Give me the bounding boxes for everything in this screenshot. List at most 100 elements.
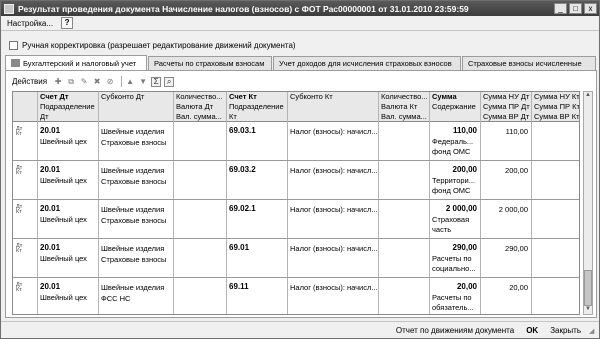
help-button[interactable]: ? xyxy=(61,17,74,29)
cell-account-kt: 69.03.2 xyxy=(229,165,256,174)
col-qty-dt[interactable]: Количество... xyxy=(174,92,226,102)
col-account-dt[interactable]: Счет Дт xyxy=(38,92,98,102)
cell-subconto-dt-1: Швейные изделия xyxy=(101,205,165,214)
ok-button[interactable]: OK xyxy=(524,326,540,335)
manual-correction-label: Ручная корректировка (разрешает редактир… xyxy=(22,40,296,50)
col-currency-kt: Валюта Кт xyxy=(381,102,418,111)
cell-sum-nu-dt: 200,00 xyxy=(505,166,528,175)
cell-sum-nu-dt: 2 000,00 xyxy=(498,205,528,214)
cell-account-kt: 69.01 xyxy=(229,243,250,252)
cell-content-1: Федераль... xyxy=(432,137,474,146)
cell-content-2: социально... xyxy=(432,264,476,273)
tab-accounting[interactable]: Бухгалтерский и налоговый учет xyxy=(5,55,147,70)
edit-row-icon[interactable]: ✎ xyxy=(79,77,89,87)
posting-icon: Дт Кт xyxy=(16,204,23,215)
cell-account-dt: 20.01 xyxy=(40,165,61,174)
table-row[interactable]: Дт Кт 20.01 Швейный цех Швейные изделия … xyxy=(13,240,579,278)
cell-account-kt: 69.03.1 xyxy=(229,126,256,135)
cell-subconto-dt-2: Страховые взносы xyxy=(101,255,167,264)
col-dept-kt-suffix: Кт xyxy=(229,112,237,121)
tab-income-accounting[interactable]: Учет доходов для исчисления страховых вз… xyxy=(273,56,461,70)
sum-icon[interactable]: Σ xyxy=(151,76,162,87)
cell-account-dt: 20.01 xyxy=(40,126,61,135)
scroll-up-icon[interactable]: ▲ xyxy=(584,92,592,101)
move-down-icon[interactable]: ▼ xyxy=(138,77,148,87)
col-currency-dt: Валюта Дт xyxy=(176,102,214,111)
col-sum-nu-kt[interactable]: Сумма НУ Кт xyxy=(532,92,579,102)
mark-delete-icon[interactable]: ⊘ xyxy=(105,77,115,87)
table-row[interactable]: Дт Кт 20.01 Швейный цех Швейные изделия … xyxy=(13,279,579,314)
col-dept-dt: Подразделение xyxy=(40,102,95,111)
window-title: Результат проведения документа Начислени… xyxy=(18,3,469,14)
cell-account-dt: 20.01 xyxy=(40,204,61,213)
cell-subconto-dt-1: Швейные изделия xyxy=(101,127,165,136)
cell-content-2: часть xyxy=(432,225,452,234)
tab-insurance-calculations[interactable]: Расчеты по страховым взносам xyxy=(148,56,272,70)
settings-menu[interactable]: Настройка... xyxy=(5,19,55,28)
close-button[interactable]: Закрыть xyxy=(548,326,583,335)
table-row[interactable]: Дт Кт 20.01 Швейный цех Швейные изделия … xyxy=(13,123,579,161)
cell-sum: 110,00 xyxy=(452,126,477,135)
movement-report-button[interactable]: Отчет по движениям документа xyxy=(394,326,516,335)
manual-correction-row[interactable]: Ручная корректировка (разрешает редактир… xyxy=(9,39,296,51)
cell-content-1: Страховая xyxy=(432,215,470,224)
col-sum-nu-dt[interactable]: Сумма НУ Дт xyxy=(481,92,531,102)
delete-row-icon[interactable]: ✖ xyxy=(92,77,102,87)
posting-icon: Дт Кт xyxy=(16,165,23,176)
cell-content-2: фонд ОМС xyxy=(432,186,471,195)
add-row-icon[interactable]: ✚ xyxy=(53,77,63,87)
col-content: Содержание xyxy=(432,102,476,111)
col-sum-vr-kt: Сумма ВР Кт xyxy=(534,112,579,121)
cell-subconto-dt-2: Страховые взносы xyxy=(101,216,167,225)
cell-sum: 2 000,00 xyxy=(445,204,477,213)
cell-subconto-kt: Налог (взносы): начисл... xyxy=(290,127,378,136)
col-sum[interactable]: Сумма xyxy=(430,92,480,102)
cell-content-1: Расчеты по xyxy=(432,254,472,263)
postings-table: Счет Дт Подразделение Дт Субконто Дт Кол… xyxy=(12,91,580,315)
grid-toolbar: Действия ✚ ⧉ ✎ ✖ ⊘ ▲ ▼ Σ ⌕ xyxy=(12,75,592,88)
cell-content-2: обязатель... xyxy=(432,303,474,312)
col-qty-kt[interactable]: Количество... xyxy=(379,92,429,102)
copy-row-icon[interactable]: ⧉ xyxy=(66,77,76,87)
tab-insurance-charged-label: Страховые взносы исчисленные xyxy=(468,59,582,68)
actions-menu[interactable]: Действия xyxy=(12,77,47,86)
col-subconto-dt[interactable]: Субконто Дт xyxy=(99,92,173,102)
scroll-thumb[interactable] xyxy=(584,270,592,306)
toolbar-separator xyxy=(121,76,123,87)
maximize-button[interactable]: □ xyxy=(569,3,582,14)
cell-sum: 20,00 xyxy=(456,282,477,291)
posting-icon: Дт Кт xyxy=(16,282,23,293)
cell-subconto-kt: Налог (взносы): начисл... xyxy=(290,205,378,214)
col-sum-vr-dt: Сумма ВР Дт xyxy=(483,112,530,121)
tab-panel: Действия ✚ ⧉ ✎ ✖ ⊘ ▲ ▼ Σ ⌕ Счет Дт Подра… xyxy=(5,70,597,318)
cell-sum-nu-dt: 110,00 xyxy=(505,127,528,136)
cell-subconto-kt: Налог (взносы): начисл... xyxy=(290,244,378,253)
manual-correction-checkbox[interactable] xyxy=(9,40,18,50)
table-row[interactable]: Дт Кт 20.01 Швейный цех Швейные изделия … xyxy=(13,162,579,200)
tab-strip: Бухгалтерский и налоговый учет Расчеты п… xyxy=(5,55,597,70)
resize-grip-icon[interactable]: ◢ xyxy=(589,327,597,335)
col-subconto-kt[interactable]: Субконто Кт xyxy=(288,92,378,102)
tab-insurance-calculations-label: Расчеты по страховым взносам xyxy=(154,59,265,68)
vertical-scrollbar[interactable]: ▲ ▼ xyxy=(583,91,593,315)
close-window-button[interactable]: x xyxy=(584,3,597,14)
cell-content-1: Территори... xyxy=(432,176,475,185)
cell-subconto-dt-1: Швейные изделия xyxy=(101,166,165,175)
cell-sum-nu-dt: 20,00 xyxy=(509,283,528,292)
cell-subconto-kt: Налог (взносы): начисл... xyxy=(290,166,378,175)
tab-insurance-charged[interactable]: Страховые взносы исчисленные xyxy=(462,56,596,70)
cell-account-kt: 69.02.1 xyxy=(229,204,256,213)
cell-sum-nu-dt: 290,00 xyxy=(505,244,528,253)
document-result-window: Результат проведения документа Начислени… xyxy=(0,0,600,339)
col-account-kt[interactable]: Счет Кт xyxy=(227,92,287,102)
scroll-down-icon[interactable]: ▼ xyxy=(584,306,592,315)
move-up-icon[interactable]: ▲ xyxy=(125,77,135,87)
minimize-button[interactable]: _ xyxy=(554,3,567,14)
table-row[interactable]: Дт Кт 20.01 Швейный цех Швейные изделия … xyxy=(13,201,579,239)
find-icon[interactable]: ⌕ xyxy=(164,76,175,87)
cell-subconto-dt-1: Швейные изделия xyxy=(101,244,165,253)
cell-account-dt: 20.01 xyxy=(40,243,61,252)
cell-dept-dt: Швейный цех xyxy=(40,215,87,224)
col-cur-sum-kt: Вал. сумма... xyxy=(381,112,427,121)
footer-bar: Отчет по движениям документа OK Закрыть … xyxy=(1,321,599,339)
